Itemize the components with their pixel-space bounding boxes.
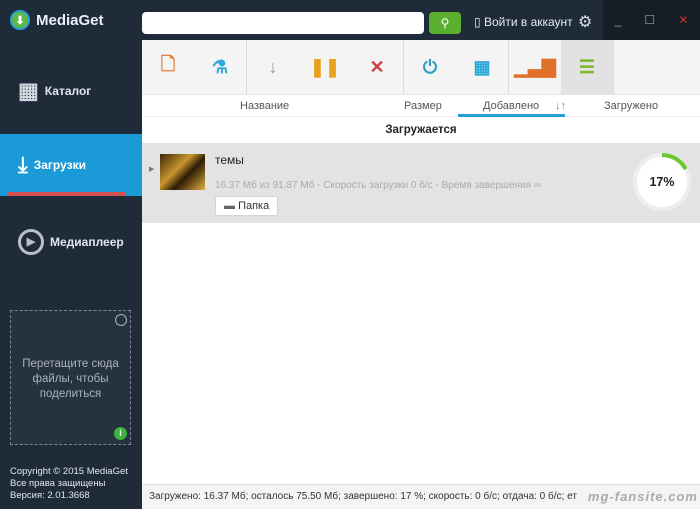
download-row[interactable]: ▶ темы 16.37 Мб из 91.87 Мб - Скорость з… xyxy=(142,143,700,223)
rights-line: Все права защищены xyxy=(10,478,106,489)
sidebar: ⬇ MediaGet ▦ Каталог ⤓ Загрузки ▶ Медиаплеер… xyxy=(0,0,142,509)
search-button[interactable]: ⚲ xyxy=(429,12,461,34)
status-bar: Загружено: 16.37 Мб; осталось 75.50 Мб; … xyxy=(142,484,700,509)
folder-label: Папка xyxy=(238,200,270,212)
column-added[interactable]: Добавлено xyxy=(483,100,539,112)
section-header: Загружается xyxy=(385,124,457,136)
download-meta: 16.37 Мб из 91.87 Мб - Скорость загрузки… xyxy=(215,180,541,191)
phone-icon: ▯ xyxy=(474,15,481,29)
dropzone-text: Перетащите сюда файлы, чтобы поделиться xyxy=(22,358,119,400)
play-icon: ▶ xyxy=(18,229,44,255)
expand-icon[interactable]: ▶ xyxy=(149,165,154,173)
column-name[interactable]: Название xyxy=(240,100,289,112)
app-logo: ⬇ MediaGet xyxy=(10,10,104,30)
active-indicator xyxy=(7,192,125,196)
main-panel: 🗋 ⚗ ↓ ❚❚ ✕ ⏻ ▦ ▁▃▇ ☰ Название Размер Добавлен… xyxy=(142,40,700,509)
version-line: Версия: 2.01.3668 xyxy=(10,490,90,501)
login-button[interactable]: ▯ Войти в аккаунт xyxy=(474,15,573,29)
sidebar-item-label: Медиаплеер xyxy=(50,235,124,249)
power-icon[interactable]: ⏻ xyxy=(404,40,456,94)
download-arrow-icon[interactable]: ↓ xyxy=(247,40,299,94)
sidebar-item-catalog[interactable]: ▦ Каталог xyxy=(0,60,142,122)
clock-icon xyxy=(115,314,127,326)
close-button[interactable]: ✕ xyxy=(678,13,688,27)
copyright: Copyright © 2015 MediaGet Все права защищ… xyxy=(10,466,128,502)
stats-icon[interactable]: ▁▃▇ xyxy=(509,40,561,94)
grid-icon: ▦ xyxy=(18,78,39,103)
mediaget-logo-icon: ⬇ xyxy=(10,10,30,30)
search-input[interactable] xyxy=(142,12,424,34)
sidebar-item-label: Загрузки xyxy=(33,158,86,172)
sort-icon[interactable]: ↓↑ xyxy=(555,100,566,112)
window-controls: _ ☐ ✕ xyxy=(603,0,700,40)
thumbnail xyxy=(160,154,205,190)
download-icon: ⤓ xyxy=(18,152,28,177)
list-icon[interactable]: ☰ xyxy=(561,40,613,94)
download-name: темы xyxy=(215,153,244,167)
column-headers: Название Размер Добавлено ↓↑ Загружено xyxy=(142,95,700,117)
sort-underline xyxy=(458,114,565,117)
folder-icon: ▬ xyxy=(224,200,235,212)
top-bar: ⚲ ▯ Войти в аккаунт ⚙ _ ☐ ✕ xyxy=(142,0,700,40)
share-dropzone[interactable]: Перетащите сюда файлы, чтобы поделиться i xyxy=(10,310,131,445)
sidebar-item-downloads[interactable]: ⤓ Загрузки xyxy=(0,134,142,196)
login-label: Войти в аккаунт xyxy=(483,15,573,29)
status-text: Загружено: 16.37 Мб; осталось 75.50 Мб; … xyxy=(149,491,577,502)
gear-icon[interactable]: ⚙ xyxy=(578,12,592,32)
sidebar-item-mediaplayer[interactable]: ▶ Медиаплеер xyxy=(0,211,142,273)
column-size[interactable]: Размер xyxy=(404,100,442,112)
progress-label: 17% xyxy=(649,175,675,189)
sidebar-item-label: Каталог xyxy=(44,84,92,98)
flask-icon[interactable]: ⚗ xyxy=(194,40,246,94)
toolbar: 🗋 ⚗ ↓ ❚❚ ✕ ⏻ ▦ ▁▃▇ ☰ xyxy=(142,40,700,95)
add-file-icon[interactable]: 🗋 xyxy=(142,40,194,94)
copyright-line: Copyright © 2015 MediaGet xyxy=(10,466,128,477)
app-title: MediaGet xyxy=(36,11,104,29)
folder-button[interactable]: ▬ Папка xyxy=(215,196,279,216)
pause-icon[interactable]: ❚❚ xyxy=(299,40,351,94)
watermark: mg-fansite.com xyxy=(587,489,698,504)
delete-icon[interactable]: ✕ xyxy=(351,40,403,94)
minimize-button[interactable]: _ xyxy=(615,13,622,27)
calendar-icon[interactable]: ▦ xyxy=(456,40,508,94)
search-icon: ⚲ xyxy=(440,16,450,30)
info-icon[interactable]: i xyxy=(114,427,127,440)
column-downloaded[interactable]: Загружено xyxy=(604,100,658,112)
maximize-button[interactable]: ☐ xyxy=(644,13,655,27)
